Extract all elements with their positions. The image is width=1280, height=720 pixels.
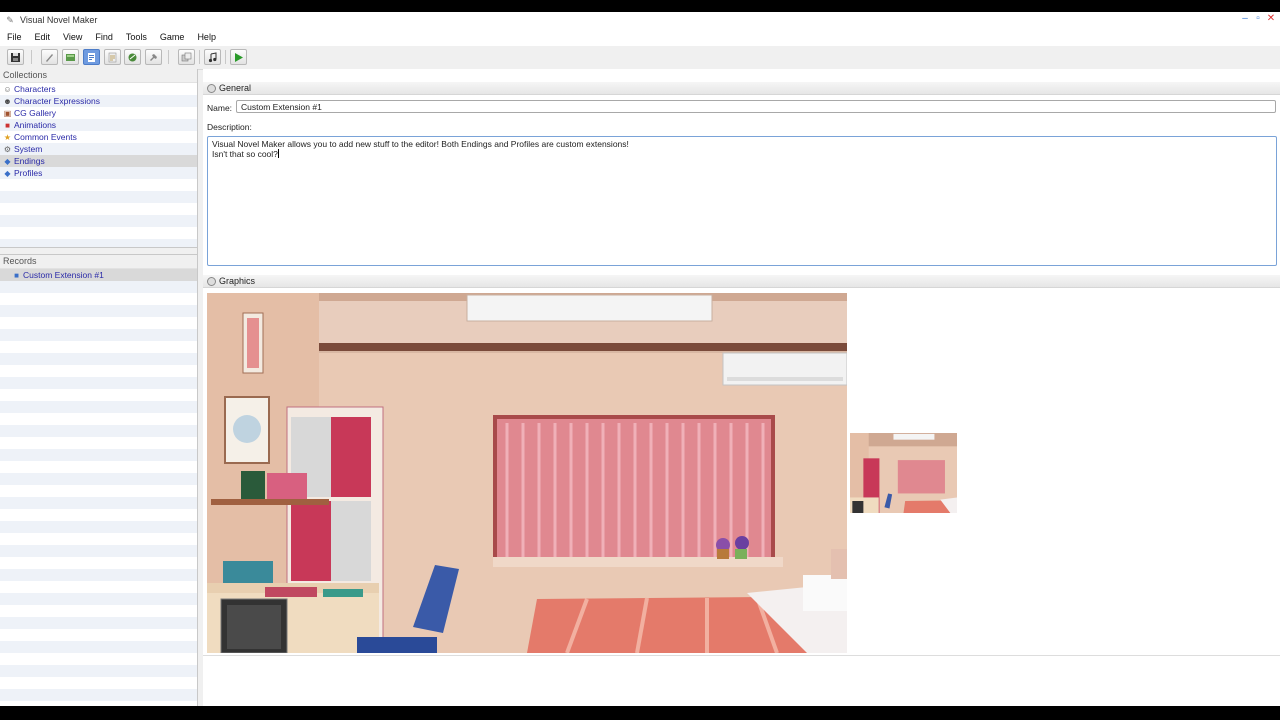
main-panel: General Name: Custom Extension #1 Descri… bbox=[203, 69, 1280, 706]
play-icon bbox=[235, 52, 243, 62]
toolbar-separator bbox=[31, 50, 32, 64]
extension-icon: ◆ bbox=[4, 156, 11, 166]
general-title: General bbox=[219, 83, 252, 93]
menu-edit[interactable]: Edit bbox=[35, 32, 51, 42]
window-title: Visual Novel Maker bbox=[20, 15, 98, 25]
animation-icon: ■ bbox=[5, 120, 10, 130]
graphic-thumbnail[interactable] bbox=[850, 433, 957, 513]
collection-item-profiles[interactable]: ◆ Profiles bbox=[0, 167, 197, 179]
collection-label: Character Expressions bbox=[14, 96, 100, 106]
gallery-icon: ▣ bbox=[3, 108, 12, 118]
title-bar: ✎ Visual Novel Maker – ▫ ✕ bbox=[0, 12, 1280, 28]
text-cursor bbox=[277, 149, 279, 158]
collection-label: Characters bbox=[14, 84, 56, 94]
collections-list: ☺ Characters ☻ Character Expressions ▣ C… bbox=[0, 83, 197, 247]
music-note-icon bbox=[208, 51, 217, 62]
graphics-title: Graphics bbox=[219, 276, 256, 286]
description-line: Visual Novel Maker allows you to add new… bbox=[212, 139, 629, 149]
description-label: Description: bbox=[207, 122, 252, 132]
database-button[interactable] bbox=[83, 49, 100, 65]
scene-icon bbox=[66, 53, 75, 61]
toolbar bbox=[0, 46, 1280, 70]
gear-icon: ⚙ bbox=[3, 144, 12, 154]
record-item[interactable]: ■ Custom Extension #1 bbox=[0, 269, 197, 281]
menu-help[interactable]: Help bbox=[197, 32, 216, 42]
save-button[interactable] bbox=[7, 49, 24, 65]
localization-button[interactable] bbox=[104, 49, 121, 65]
maximize-icon[interactable]: ▫ bbox=[1253, 14, 1263, 24]
collections-header: Collections bbox=[0, 69, 197, 83]
play-button[interactable] bbox=[230, 49, 247, 65]
collection-item-endings[interactable]: ◆ Endings bbox=[0, 155, 197, 167]
records-list: ■ Custom Extension #1 bbox=[0, 269, 197, 706]
menu-view[interactable]: View bbox=[63, 32, 82, 42]
layers-button[interactable] bbox=[178, 49, 195, 65]
window-controls: – ▫ ✕ bbox=[1240, 14, 1276, 24]
collection-label: CG Gallery bbox=[14, 108, 57, 118]
graphics-bottom-border bbox=[203, 655, 1280, 656]
pen-icon bbox=[46, 53, 53, 62]
collapse-icon bbox=[207, 83, 216, 93]
collection-item-cg-gallery[interactable]: ▣ CG Gallery bbox=[0, 107, 197, 119]
left-pane: Collections ☺ Characters ☻ Character Exp… bbox=[0, 69, 198, 706]
collection-item-common-events[interactable]: ★ Common Events bbox=[0, 131, 197, 143]
collection-item-system[interactable]: ⚙ System bbox=[0, 143, 197, 155]
general-section-header[interactable]: General bbox=[203, 82, 1280, 95]
save-icon bbox=[11, 52, 20, 62]
menu-find[interactable]: Find bbox=[95, 32, 113, 42]
name-input[interactable]: Custom Extension #1 bbox=[236, 100, 1276, 113]
plugin-icon bbox=[150, 53, 157, 61]
graphic-preview-image[interactable] bbox=[207, 293, 847, 653]
description-textarea[interactable]: Visual Novel Maker allows you to add new… bbox=[207, 136, 1277, 266]
collection-item-character-expressions[interactable]: ☻ Character Expressions bbox=[0, 95, 197, 107]
bedroom-background-image bbox=[207, 293, 847, 653]
collection-label: Common Events bbox=[14, 132, 77, 142]
collection-label: System bbox=[14, 144, 43, 154]
document-icon bbox=[108, 52, 117, 62]
resource-icon bbox=[128, 53, 137, 61]
script-editor-button[interactable] bbox=[41, 49, 58, 65]
record-label: Custom Extension #1 bbox=[23, 270, 104, 280]
audio-button[interactable] bbox=[204, 49, 221, 65]
collection-label: Endings bbox=[14, 156, 45, 166]
layers-icon bbox=[181, 52, 192, 61]
collection-label: Animations bbox=[14, 120, 57, 130]
records-header: Records bbox=[0, 255, 197, 269]
collapse-icon bbox=[207, 276, 216, 286]
pane-splitter[interactable] bbox=[0, 247, 197, 255]
close-icon[interactable]: ✕ bbox=[1266, 14, 1276, 24]
menu-file[interactable]: File bbox=[7, 32, 22, 42]
menu-tools[interactable]: Tools bbox=[126, 32, 147, 42]
description-line: Isn't that so cool? bbox=[212, 149, 278, 159]
graphics-section-header[interactable]: Graphics bbox=[203, 275, 1280, 288]
collection-label: Profiles bbox=[14, 168, 43, 178]
app-icon: ✎ bbox=[6, 15, 14, 25]
record-icon: ■ bbox=[14, 270, 19, 280]
toolbar-separator bbox=[225, 50, 226, 64]
collection-item-characters[interactable]: ☺ Characters bbox=[0, 83, 197, 95]
extension-icon: ◆ bbox=[4, 168, 11, 178]
app-window: ✎ Visual Novel Maker – ▫ ✕ File Edit Vie… bbox=[0, 12, 1280, 706]
menu-game[interactable]: Game bbox=[160, 32, 185, 42]
bedroom-thumbnail-image bbox=[850, 433, 957, 513]
minimize-icon[interactable]: – bbox=[1240, 14, 1250, 24]
scene-editor-button[interactable] bbox=[62, 49, 79, 65]
character-icon: ☺ bbox=[3, 84, 12, 94]
star-icon: ★ bbox=[3, 132, 12, 142]
menu-bar: File Edit View Find Tools Game Help bbox=[0, 28, 1280, 46]
name-label: Name: bbox=[207, 103, 233, 113]
database-icon bbox=[88, 52, 95, 62]
toolbar-separator bbox=[199, 50, 200, 64]
resources-button[interactable] bbox=[124, 49, 141, 65]
plugins-button[interactable] bbox=[145, 49, 162, 65]
toolbar-separator bbox=[168, 50, 169, 64]
collection-item-animations[interactable]: ■ Animations bbox=[0, 119, 197, 131]
expression-icon: ☻ bbox=[3, 96, 12, 106]
